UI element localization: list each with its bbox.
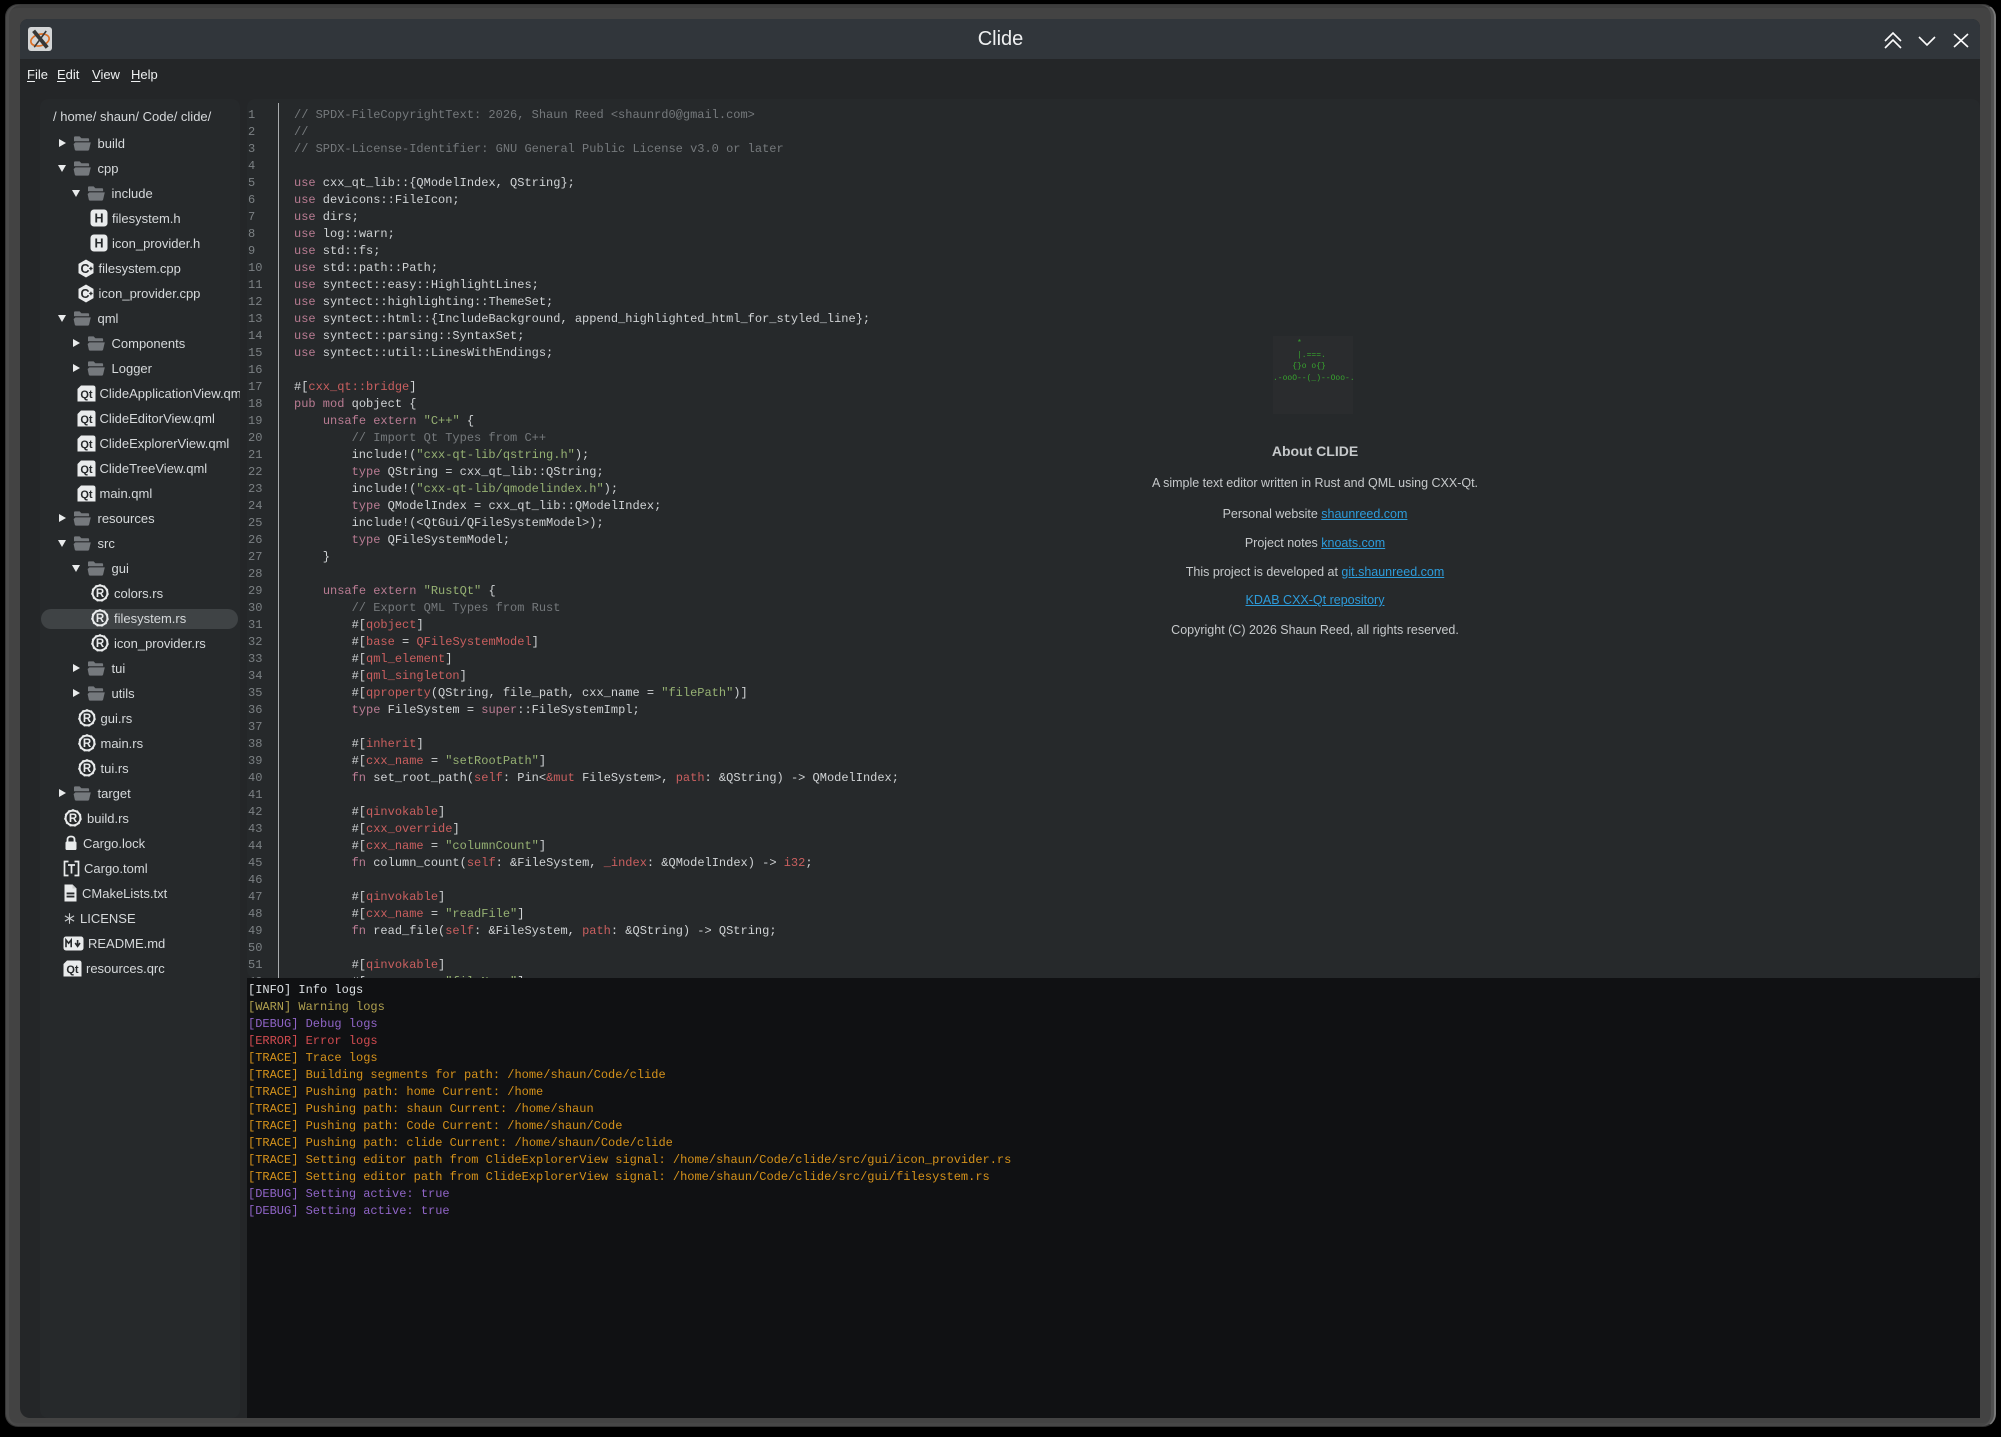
svg-text:R: R	[96, 638, 105, 650]
svg-text:Qt: Qt	[66, 963, 79, 975]
svg-text:Qt: Qt	[80, 488, 93, 500]
svg-text:R: R	[96, 613, 105, 625]
svg-text:R: R	[82, 763, 91, 775]
svg-text:Qt: Qt	[80, 388, 93, 400]
svg-text:Qt: Qt	[80, 438, 93, 450]
svg-text:R: R	[82, 738, 91, 750]
svg-text:R: R	[69, 813, 78, 825]
svg-text:C: C	[80, 286, 89, 300]
svg-text:Qt: Qt	[80, 463, 93, 475]
svg-text:Qt: Qt	[80, 413, 93, 425]
svg-text:H: H	[94, 236, 103, 250]
svg-text:H: H	[94, 211, 103, 225]
svg-text:R: R	[82, 713, 91, 725]
svg-text:R: R	[96, 588, 105, 600]
svg-text:C: C	[80, 261, 89, 275]
